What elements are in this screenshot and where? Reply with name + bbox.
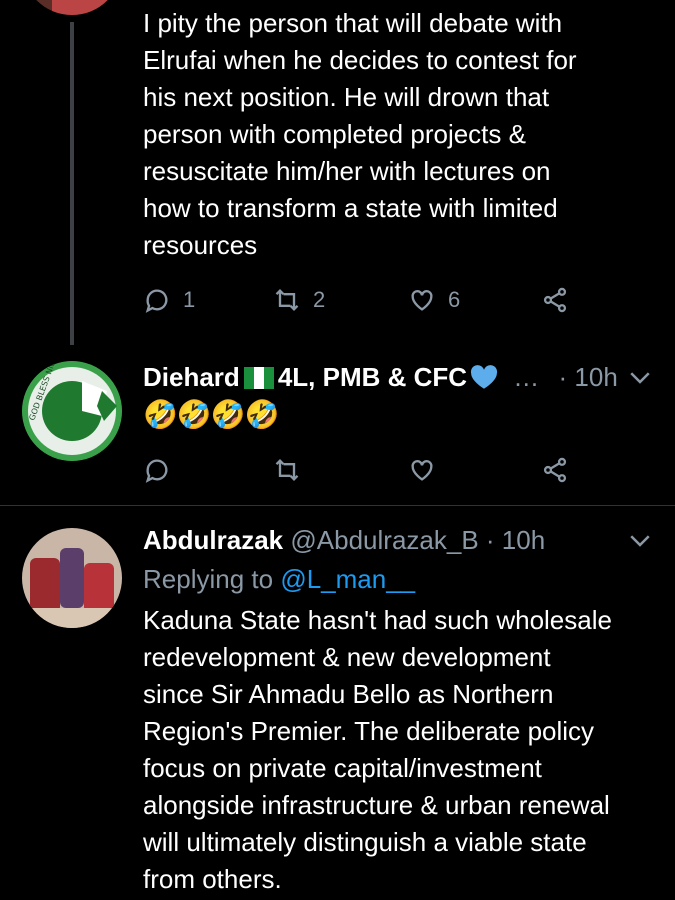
nigeria-badge-icon: GOD BLESS NIGERIA [22,361,122,461]
tweet-2-header: Diehard 4L, PMB & CFC … · 10h [143,360,618,394]
blue-heart-icon [470,365,498,389]
tweet-1[interactable]: I pity the person that will debate with … [0,0,675,345]
heart-icon [411,290,433,311]
retweet-icon [275,289,299,311]
chevron-down-icon[interactable] [625,362,655,392]
retweet-button[interactable] [273,450,301,490]
text-line: Elrufai when he decides to contest for [143,45,577,75]
timestamp[interactable]: · 10h [559,362,618,392]
replying-to-label: Replying to [143,564,274,594]
like-count: 6 [448,287,461,312]
share-icon [543,287,567,313]
thread-line [70,22,74,345]
display-name[interactable]: Diehard [143,362,240,392]
replying-to-handle[interactable]: @L_man__ [280,564,415,594]
share-icon [543,457,567,483]
share-button[interactable] [541,280,569,320]
like-button[interactable] [408,450,436,490]
text-line: alongside infrastructure & urban renewal [143,790,610,820]
heart-icon [411,460,433,481]
reply-icon [145,289,168,313]
share-button[interactable] [541,450,569,490]
text-line: how to transform a state with limited [143,193,558,223]
avatar[interactable]: GOD BLESS NIGERIA [22,361,122,461]
retweet-count: 2 [313,287,326,312]
handle[interactable]: @Abdulrazak_B [290,525,478,555]
tweet-1-actions: 1 2 6 [143,280,593,320]
emoji-text: 🤣🤣🤣🤣 [143,399,279,430]
like-button[interactable]: 6 [408,280,460,320]
tweet-2[interactable]: GOD BLESS NIGERIA Diehard 4L, PMB & CFC …… [0,345,675,505]
avatar[interactable] [22,528,122,628]
text-line: will ultimately distinguish a viable sta… [143,827,587,857]
display-name[interactable]: Abdulrazak [143,525,283,555]
text-line: focus on private capital/investment [143,753,542,783]
avatar-partial[interactable] [22,0,122,15]
text-line: since Sir Ahmadu Bello as Northern [143,679,554,709]
display-name-suffix[interactable]: 4L, PMB & CFC [278,362,467,392]
tweet-3-header: Abdulrazak @Abdulrazak_B · 10h [143,523,545,557]
text-line: from others. [143,864,282,894]
nigeria-flag-icon [243,367,274,389]
chevron-down-icon[interactable] [625,525,655,555]
text-line: Kaduna State hasn't had such wholesale [143,605,612,635]
text-line: redevelopment & new development [143,642,551,672]
tweet-2-actions [143,450,593,490]
text-line: I pity the person that will debate with [143,8,563,38]
retweet-icon [275,459,299,481]
tweet-1-text: I pity the person that will debate with … [143,5,658,264]
tweet-3[interactable]: Abdulrazak @Abdulrazak_B · 10h Replying … [0,506,675,900]
text-line: resuscitate him/her with lectures on [143,156,551,186]
reply-count: 1 [183,287,196,312]
timestamp[interactable]: · 10h [486,525,545,555]
reply-button[interactable] [143,450,171,490]
name-ellipsis: … [513,362,540,392]
retweet-button[interactable]: 2 [273,280,325,320]
text-line: Region's Premier. The deliberate policy [143,716,595,746]
text-line: his next position. He will drown that [143,82,550,112]
text-line: resources [143,230,258,260]
reply-button[interactable]: 1 [143,280,195,320]
reply-icon [145,459,168,483]
tweet-3-text: Kaduna State hasn't had such wholesale r… [143,602,658,898]
text-line: person with completed projects & [143,119,526,149]
replying-to: Replying to @L_man__ [143,562,415,596]
